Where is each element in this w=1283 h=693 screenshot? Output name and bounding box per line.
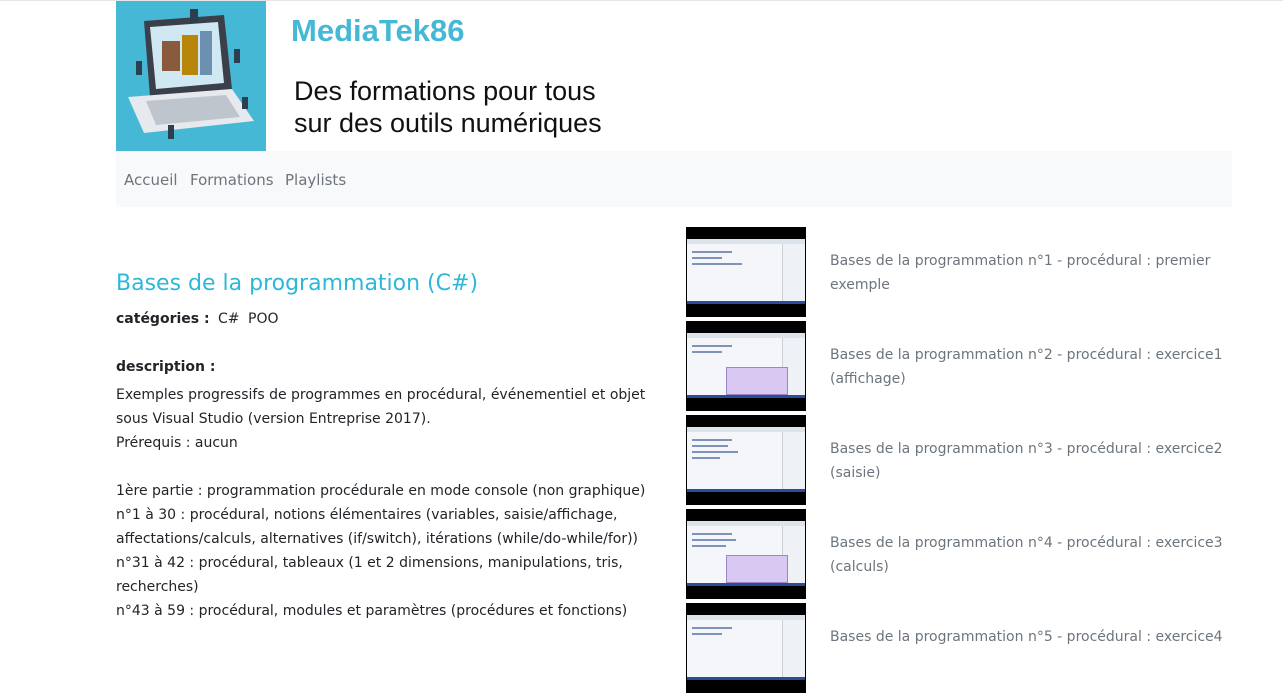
video-title-link[interactable]: Bases de la programmation n°3 - procédur… <box>830 437 1230 485</box>
video-thumbnail[interactable] <box>686 321 806 411</box>
video-item[interactable]: Bases de la programmation n°4 - procédur… <box>686 509 1232 599</box>
categories-line: catégories : C# POO <box>116 311 278 327</box>
description-line: n°1 à 30 : procédural, notions élémentai… <box>116 507 618 523</box>
nav-link-formations[interactable]: Formations <box>190 171 274 189</box>
video-thumbnail[interactable] <box>686 603 806 693</box>
laptop-illustration-icon <box>116 1 266 151</box>
video-item[interactable]: Bases de la programmation n°1 - procédur… <box>686 227 1232 317</box>
video-item[interactable]: Bases de la programmation n°3 - procédur… <box>686 415 1232 505</box>
nav-link-accueil[interactable]: Accueil <box>124 171 178 189</box>
tagline-line-1: Des formations pour tous <box>294 76 596 106</box>
description-line <box>116 455 676 479</box>
description-line: recherches) <box>116 579 199 595</box>
video-title-link[interactable]: Bases de la programmation n°4 - procédur… <box>830 531 1230 579</box>
site-title: MediaTek86 <box>291 13 465 48</box>
description-line: affectations/calculs, alternatives (if/s… <box>116 531 639 547</box>
description-line: Exemples progressifs de programmes en pr… <box>116 387 646 403</box>
description-label: description : <box>116 359 216 375</box>
description-line: n°43 à 59 : procédural, modules et param… <box>116 603 628 619</box>
category-item: POO <box>248 311 279 327</box>
formation-title: Bases de la programmation (C#) <box>116 271 479 296</box>
video-thumbnail[interactable] <box>686 415 806 505</box>
site-header: MediaTek86 Des formations pour tous sur … <box>116 1 1232 151</box>
video-thumbnail[interactable] <box>686 227 806 317</box>
description-text: Exemples progressifs de programmes en pr… <box>116 383 676 623</box>
page-container: MediaTek86 Des formations pour tous sur … <box>116 1 1232 693</box>
nav-link-playlists[interactable]: Playlists <box>285 171 346 189</box>
site-logo[interactable] <box>116 1 266 151</box>
description-line: Prérequis : aucun <box>116 435 238 451</box>
main-navbar: Accueil Formations Playlists <box>116 151 1232 207</box>
description-line: sous Visual Studio (version Entreprise 2… <box>116 411 431 427</box>
video-item[interactable]: Bases de la programmation n°2 - procédur… <box>686 321 1232 411</box>
video-title-link[interactable]: Bases de la programmation n°1 - procédur… <box>830 249 1230 297</box>
category-item: C# <box>218 311 240 327</box>
video-item[interactable]: Bases de la programmation n°5 - procédur… <box>686 603 1232 693</box>
site-tagline: Des formations pour tous sur des outils … <box>294 75 602 139</box>
description-line: 1ère partie : programmation procédurale … <box>116 483 646 499</box>
description-line: n°31 à 42 : procédural, tableaux (1 et 2… <box>116 555 623 571</box>
video-title-link[interactable]: Bases de la programmation n°2 - procédur… <box>830 343 1230 391</box>
video-thumbnail[interactable] <box>686 509 806 599</box>
video-title-link[interactable]: Bases de la programmation n°5 - procédur… <box>830 625 1230 649</box>
categories-label: catégories : <box>116 311 210 327</box>
tagline-line-2: sur des outils numériques <box>294 108 602 138</box>
